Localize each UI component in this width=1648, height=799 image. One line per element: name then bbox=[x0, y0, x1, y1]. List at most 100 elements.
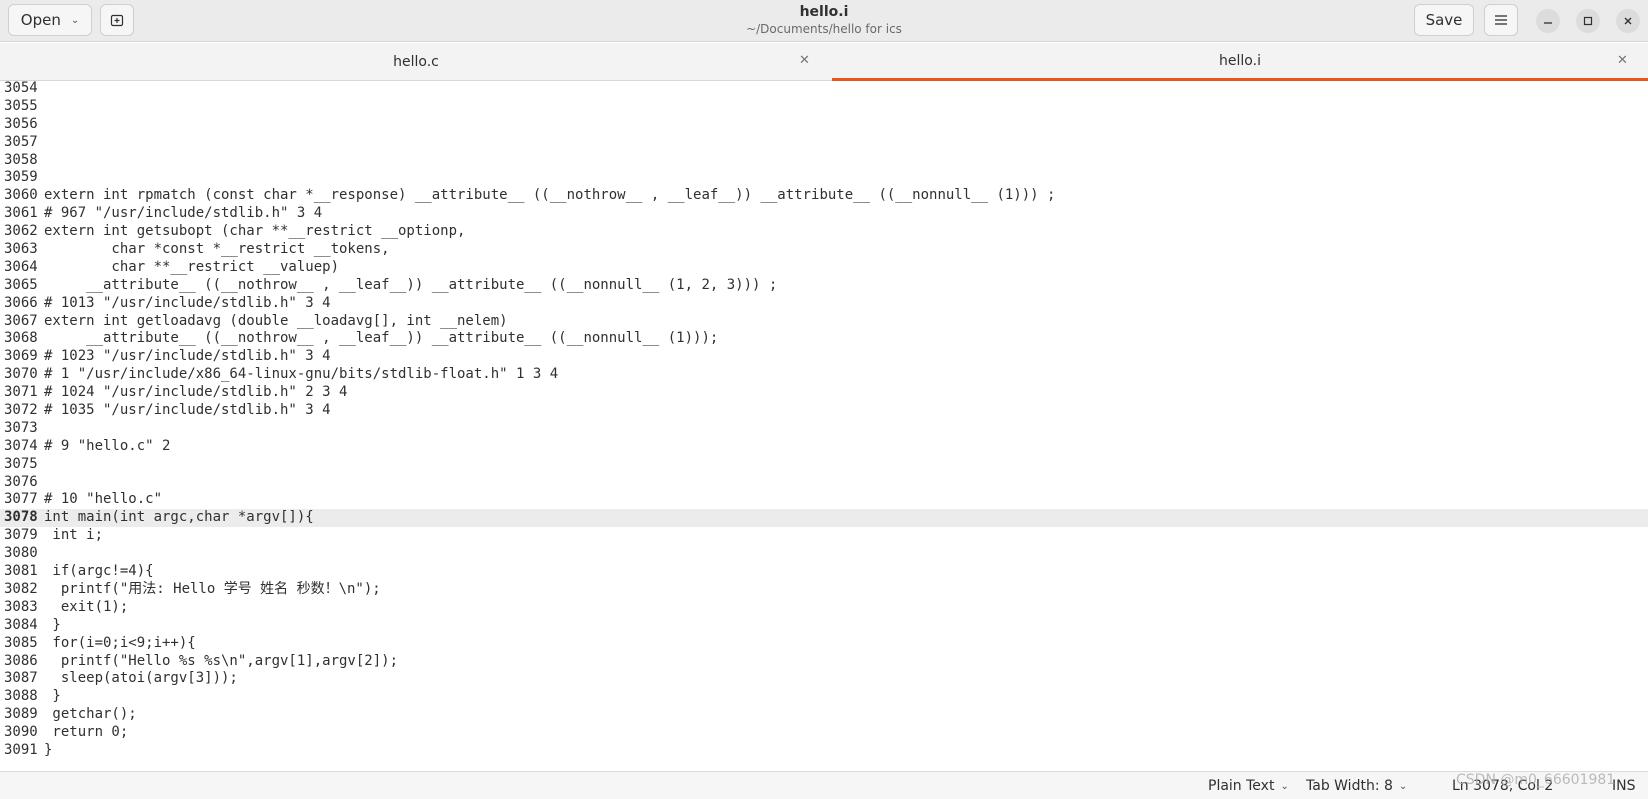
main-menu-button[interactable] bbox=[1484, 4, 1518, 36]
code-line[interactable]: 3065 __attribute__ ((__nothrow__ , __lea… bbox=[0, 277, 1648, 295]
code-line[interactable]: 3087 sleep(atoi(argv[3])); bbox=[0, 670, 1648, 688]
line-text[interactable]: } bbox=[40, 688, 60, 706]
code-line[interactable]: 3062 extern int getsubopt (char **__restr… bbox=[0, 223, 1648, 241]
code-line[interactable]: 3058 bbox=[0, 152, 1648, 170]
code-line[interactable]: 3080 bbox=[0, 545, 1648, 563]
line-text[interactable]: char *const *__restrict __tokens, bbox=[40, 241, 389, 259]
line-text[interactable] bbox=[40, 80, 44, 98]
code-line[interactable]: 3073 bbox=[0, 420, 1648, 438]
new-document-button[interactable] bbox=[100, 4, 134, 36]
minimize-button[interactable] bbox=[1536, 9, 1560, 33]
code-line[interactable]: 3077 # 10 "hello.c" bbox=[0, 491, 1648, 509]
line-text[interactable]: extern int getsubopt (char **__restrict … bbox=[40, 223, 465, 241]
code-line[interactable]: 3057 bbox=[0, 134, 1648, 152]
code-line[interactable]: 3064 char **__restrict __valuep) bbox=[0, 259, 1648, 277]
code-line[interactable]: 3090 return 0; bbox=[0, 724, 1648, 742]
language-selector[interactable]: Plain Text ⌄ bbox=[1208, 778, 1289, 794]
line-text[interactable] bbox=[40, 116, 44, 134]
line-text[interactable]: printf("Hello %s %s\n",argv[1],argv[2]); bbox=[40, 653, 398, 671]
line-text[interactable]: # 967 "/usr/include/stdlib.h" 3 4 bbox=[40, 205, 322, 223]
code-line[interactable]: 3056 bbox=[0, 116, 1648, 134]
line-number: 3082 bbox=[4, 580, 38, 597]
line-text[interactable] bbox=[40, 420, 44, 438]
code-line[interactable]: 3067 extern int getloadavg (double __load… bbox=[0, 313, 1648, 331]
open-button-label: Open bbox=[20, 11, 61, 29]
tab-hello-i[interactable]: hello.i bbox=[832, 43, 1648, 81]
code-line[interactable]: 3075 bbox=[0, 456, 1648, 474]
code-line[interactable]: 3060 extern int rpmatch (const char *__re… bbox=[0, 187, 1648, 205]
line-text[interactable]: __attribute__ ((__nothrow__ , __leaf__))… bbox=[40, 277, 777, 295]
tab-label: hello.c bbox=[393, 54, 439, 70]
line-text[interactable]: } bbox=[40, 617, 60, 635]
code-line[interactable]: 3066 # 1013 "/usr/include/stdlib.h" 3 4 bbox=[0, 295, 1648, 313]
line-number: 3075 bbox=[4, 455, 38, 472]
code-line[interactable]: 3070 # 1 "/usr/include/x86_64-linux-gnu/b… bbox=[0, 366, 1648, 384]
line-text[interactable]: # 1 "/usr/include/x86_64-linux-gnu/bits/… bbox=[40, 366, 558, 384]
code-line[interactable]: 3081 if(argc!=4){ bbox=[0, 563, 1648, 581]
line-text[interactable]: char **__restrict __valuep) bbox=[40, 259, 339, 277]
line-number: 3062 bbox=[4, 223, 38, 240]
line-text[interactable]: getchar(); bbox=[40, 706, 136, 724]
code-line[interactable]: 3076 bbox=[0, 474, 1648, 492]
line-text[interactable]: if(argc!=4){ bbox=[40, 563, 153, 581]
line-number: 3054 bbox=[4, 80, 38, 96]
tab-close-icon[interactable]: ✕ bbox=[1617, 53, 1628, 68]
line-text[interactable]: extern int getloadavg (double __loadavg[… bbox=[40, 313, 508, 331]
line-text[interactable] bbox=[40, 134, 44, 152]
code-line[interactable]: 3089 getchar(); bbox=[0, 706, 1648, 724]
line-text[interactable]: } bbox=[40, 742, 52, 760]
line-text[interactable]: extern int rpmatch (const char *__respon… bbox=[40, 187, 1055, 205]
line-text[interactable]: sleep(atoi(argv[3])); bbox=[40, 670, 238, 688]
code-line[interactable]: 3055 bbox=[0, 98, 1648, 116]
text-editor[interactable]: 3054 3055 3056 3057 3058 3059 3060 extern int r… bbox=[0, 80, 1648, 770]
close-window-button[interactable] bbox=[1616, 9, 1640, 33]
code-line[interactable]: 3059 bbox=[0, 169, 1648, 187]
line-text[interactable]: # 9 "hello.c" 2 bbox=[40, 438, 170, 456]
open-button[interactable]: Open ⌄ bbox=[8, 4, 92, 36]
line-text[interactable]: int i; bbox=[40, 527, 103, 545]
line-text[interactable] bbox=[40, 152, 44, 170]
line-text[interactable]: printf("用法: Hello 学号 姓名 秒数！\n"); bbox=[40, 581, 381, 599]
line-text[interactable]: return 0; bbox=[40, 724, 128, 742]
code-line[interactable]: 3061 # 967 "/usr/include/stdlib.h" 3 4 bbox=[0, 205, 1648, 223]
maximize-button[interactable] bbox=[1576, 9, 1600, 33]
line-text[interactable]: # 1023 "/usr/include/stdlib.h" 3 4 bbox=[40, 348, 331, 366]
line-text[interactable]: int main(int argc,char *argv[]){ bbox=[40, 509, 314, 527]
code-line[interactable]: 3085 for(i=0;i<9;i++){ bbox=[0, 635, 1648, 653]
code-line[interactable]: 3074 # 9 "hello.c" 2 bbox=[0, 438, 1648, 456]
code-line[interactable]: 3088 } bbox=[0, 688, 1648, 706]
document-title: hello.i bbox=[799, 4, 849, 20]
save-button[interactable]: Save bbox=[1414, 4, 1474, 36]
code-line[interactable]: 3078 int main(int argc,char *argv[]){ bbox=[0, 509, 1648, 528]
line-text[interactable] bbox=[40, 456, 44, 474]
code-line[interactable]: 3083 exit(1); bbox=[0, 599, 1648, 617]
line-text[interactable]: exit(1); bbox=[40, 599, 128, 617]
line-text[interactable] bbox=[40, 169, 44, 187]
code-line[interactable]: 3091} bbox=[0, 742, 1648, 760]
line-text[interactable]: __attribute__ ((__nothrow__ , __leaf__))… bbox=[40, 330, 718, 348]
code-line[interactable]: 3086 printf("Hello %s %s\n",argv[1],argv… bbox=[0, 653, 1648, 671]
line-number: 3090 bbox=[4, 724, 38, 741]
code-line[interactable]: 3063 char *const *__restrict __tokens, bbox=[0, 241, 1648, 259]
tab-hello-c[interactable]: hello.c bbox=[0, 43, 832, 81]
code-line[interactable]: 3072 # 1035 "/usr/include/stdlib.h" 3 4 bbox=[0, 402, 1648, 420]
line-text[interactable]: # 1013 "/usr/include/stdlib.h" 3 4 bbox=[40, 295, 331, 313]
tab-width-label: Tab Width: 8 bbox=[1306, 778, 1393, 794]
line-text[interactable] bbox=[40, 474, 44, 492]
code-line[interactable]: 3082 printf("用法: Hello 学号 姓名 秒数！\n"); bbox=[0, 581, 1648, 599]
code-line[interactable]: 3054 bbox=[0, 80, 1648, 98]
code-line[interactable]: 3071 # 1024 "/usr/include/stdlib.h" 2 3 4 bbox=[0, 384, 1648, 402]
line-number: 3063 bbox=[4, 241, 38, 258]
code-line[interactable]: 3069 # 1023 "/usr/include/stdlib.h" 3 4 bbox=[0, 348, 1648, 366]
code-line[interactable]: 3068 __attribute__ ((__nothrow__ , __lea… bbox=[0, 330, 1648, 348]
tab-close-icon[interactable]: ✕ bbox=[799, 53, 810, 68]
line-text[interactable]: for(i=0;i<9;i++){ bbox=[40, 635, 195, 653]
line-text[interactable]: # 1035 "/usr/include/stdlib.h" 3 4 bbox=[40, 402, 331, 420]
code-line[interactable]: 3084 } bbox=[0, 617, 1648, 635]
tab-width-selector[interactable]: Tab Width: 8 ⌄ bbox=[1306, 778, 1407, 794]
code-line[interactable]: 3079 int i; bbox=[0, 527, 1648, 545]
line-text[interactable] bbox=[40, 545, 44, 563]
line-text[interactable]: # 1024 "/usr/include/stdlib.h" 2 3 4 bbox=[40, 384, 347, 402]
line-text[interactable]: # 10 "hello.c" bbox=[40, 491, 162, 509]
line-text[interactable] bbox=[40, 98, 44, 116]
